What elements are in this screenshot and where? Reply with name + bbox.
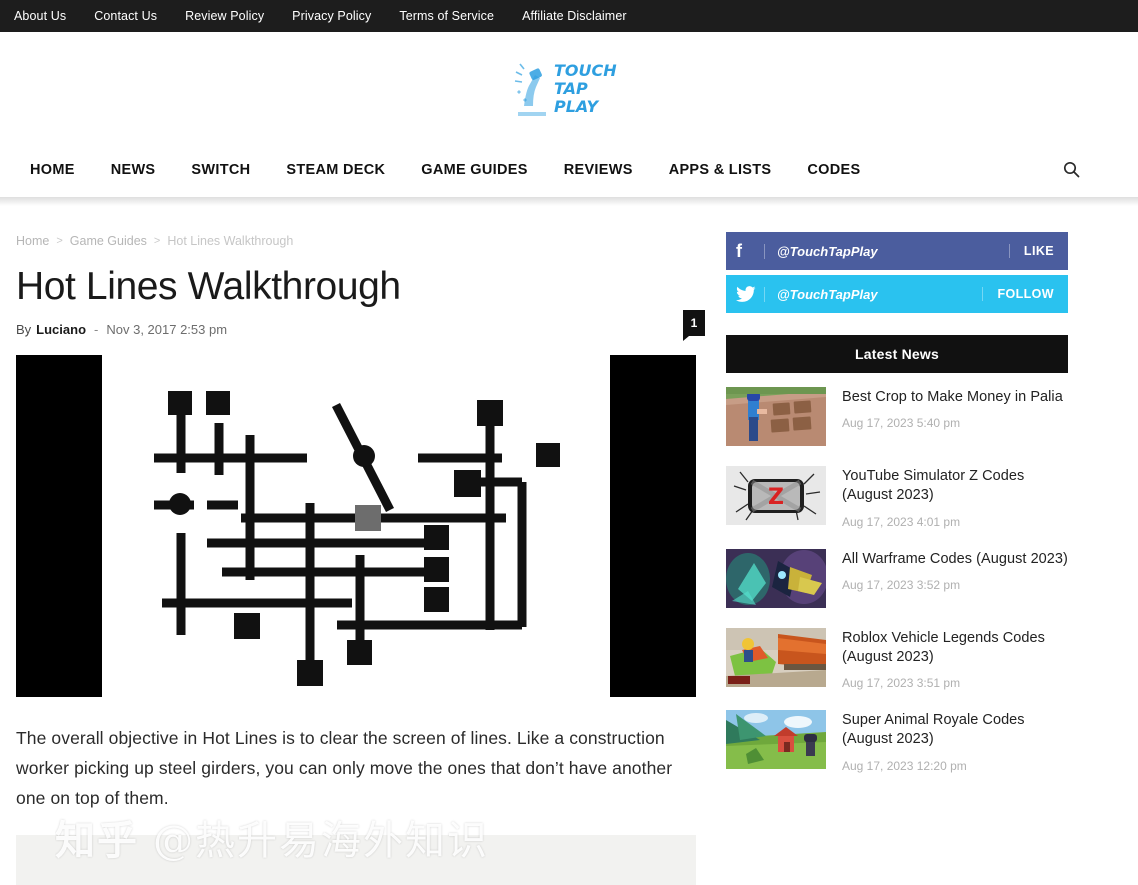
- byline-by-label: By: [16, 321, 32, 337]
- news-title[interactable]: YouTube Simulator Z Codes (August 2023): [842, 467, 1068, 506]
- topbar-link-review-policy[interactable]: Review Policy: [185, 9, 264, 23]
- twitter-follow-button[interactable]: FOLLOW: [982, 287, 1054, 301]
- latest-news-list: Best Crop to Make Money in Palia Aug 17,…: [726, 373, 1068, 773]
- list-item[interactable]: Z YouTube Simulator Z Codes (August 2023…: [726, 466, 1068, 529]
- topbar-link-about-us[interactable]: About Us: [14, 9, 66, 23]
- page-title: Hot Lines Walkthrough: [16, 265, 401, 308]
- list-item[interactable]: All Warframe Codes (August 2023) Aug 17,…: [726, 548, 1068, 608]
- nav-item-reviews[interactable]: REVIEWS: [564, 162, 633, 178]
- topbar-link-affiliate-disclaimer[interactable]: Affiliate Disclaimer: [522, 9, 627, 23]
- search-button[interactable]: [1054, 153, 1088, 187]
- search-icon: [1063, 161, 1079, 178]
- hot-lines-puzzle-graphic: [102, 354, 610, 697]
- logo-band: TOUCH TAP PLAY: [0, 32, 1138, 142]
- list-item[interactable]: Best Crop to Make Money in Palia Aug 17,…: [726, 387, 1068, 446]
- nav-item-home[interactable]: HOME: [30, 162, 75, 178]
- logo-text-touch: TOUCH: [554, 61, 617, 80]
- nav-item-apps-and-lists[interactable]: APPS & LISTS: [669, 162, 772, 178]
- header-shadow: [0, 197, 1138, 206]
- nav-item-game-guides[interactable]: GAME GUIDES: [421, 162, 527, 178]
- news-thumbnail-roblox-vehicle-legends: [726, 627, 826, 687]
- byline-author[interactable]: Luciano: [36, 322, 86, 337]
- breadcrumb-game-guides[interactable]: Game Guides: [70, 234, 147, 248]
- nav-items: HOME NEWS SWITCH STEAM DECK GAME GUIDES …: [30, 162, 1054, 178]
- article-embed-placeholder: [16, 834, 696, 885]
- twitter-follow-widget[interactable]: @TouchTapPlay FOLLOW: [726, 275, 1068, 313]
- logo-text-tap: TAP: [554, 79, 588, 98]
- breadcrumb-separator: >: [153, 235, 161, 247]
- news-thumbnail-palia: [726, 387, 826, 446]
- nav-item-news[interactable]: NEWS: [111, 162, 156, 178]
- latest-news-heading: Latest News: [726, 335, 1068, 373]
- byline-date: Nov 3, 2017 2:53 pm: [106, 321, 228, 337]
- twitter-icon: [736, 285, 762, 303]
- breadcrumb-separator: >: [56, 235, 63, 247]
- news-date: Aug 17, 2023 5:40 pm: [842, 416, 961, 431]
- nav-item-steam-deck[interactable]: STEAM DECK: [286, 162, 385, 178]
- news-title[interactable]: Best Crop to Make Money in Palia: [842, 388, 1063, 407]
- page-body: Home > Game Guides > Hot Lines Walkthrou…: [0, 206, 1138, 885]
- nav-item-switch[interactable]: SWITCH: [191, 162, 250, 178]
- facebook-handle: @TouchTapPlay: [764, 243, 1009, 259]
- news-thumbnail-super-animal-royale: [726, 710, 826, 770]
- news-date: Aug 17, 2023 3:52 pm: [842, 577, 961, 592]
- breadcrumb-current: Hot Lines Walkthrough: [167, 234, 294, 248]
- news-title[interactable]: All Warframe Codes (August 2023): [842, 550, 1068, 569]
- facebook-follow-widget[interactable]: f @TouchTapPlay LIKE: [726, 232, 1068, 270]
- news-title[interactable]: Roblox Vehicle Legends Codes (August 202…: [842, 629, 1068, 668]
- news-date: Aug 17, 2023 12:20 pm: [842, 758, 967, 773]
- news-text: Best Crop to Make Money in Palia Aug 17,…: [842, 387, 1063, 446]
- nav-item-codes[interactable]: CODES: [807, 162, 860, 178]
- topbar-link-privacy-policy[interactable]: Privacy Policy: [292, 9, 371, 23]
- facebook-like-button[interactable]: LIKE: [1008, 244, 1054, 258]
- topbar-link-terms-of-service[interactable]: Terms of Service: [399, 9, 494, 23]
- article-paragraph: The overall objective in Hot Lines is to…: [16, 727, 673, 808]
- list-item[interactable]: Roblox Vehicle Legends Codes (August 202…: [726, 627, 1068, 691]
- article-hero-image: [16, 354, 696, 697]
- news-text: Super Animal Royale Codes (August 2023) …: [842, 710, 1068, 773]
- svg-text:Z: Z: [768, 485, 784, 510]
- site-logo[interactable]: TOUCH TAP PLAY: [510, 56, 628, 118]
- byline-dash: -: [94, 321, 99, 337]
- main-navigation: HOME NEWS SWITCH STEAM DECK GAME GUIDES …: [0, 142, 1138, 197]
- news-title[interactable]: Super Animal Royale Codes (August 2023): [842, 711, 1068, 750]
- news-text: All Warframe Codes (August 2023) Aug 17,…: [842, 549, 1068, 608]
- article-column: Home > Game Guides > Hot Lines Walkthrou…: [16, 206, 705, 885]
- list-item[interactable]: Super Animal Royale Codes (August 2023) …: [726, 710, 1068, 773]
- news-text: YouTube Simulator Z Codes (August 2023) …: [842, 466, 1068, 529]
- facebook-icon: f: [736, 240, 742, 261]
- topbar-link-contact-us[interactable]: Contact Us: [94, 9, 157, 23]
- logo-text-play: PLAY: [554, 97, 599, 116]
- breadcrumb: Home > Game Guides > Hot Lines Walkthrou…: [16, 206, 696, 248]
- comment-count-badge[interactable]: 1: [683, 309, 705, 341]
- news-thumbnail-youtube-simulator-z: Z: [726, 466, 826, 525]
- news-date: Aug 17, 2023 3:51 pm: [842, 676, 961, 691]
- twitter-handle: @TouchTapPlay: [764, 286, 982, 302]
- news-date: Aug 17, 2023 4:01 pm: [842, 514, 961, 529]
- article-byline: By Luciano - Nov 3, 2017 2:53 pm 1: [16, 309, 705, 341]
- breadcrumb-home[interactable]: Home: [16, 234, 49, 248]
- news-text: Roblox Vehicle Legends Codes (August 202…: [842, 628, 1068, 691]
- news-thumbnail-warframe: [726, 548, 826, 608]
- top-utility-bar: About Us Contact Us Review Policy Privac…: [0, 0, 1138, 32]
- sidebar: f @TouchTapPlay LIKE @TouchTapPlay FOLLO…: [726, 206, 1068, 885]
